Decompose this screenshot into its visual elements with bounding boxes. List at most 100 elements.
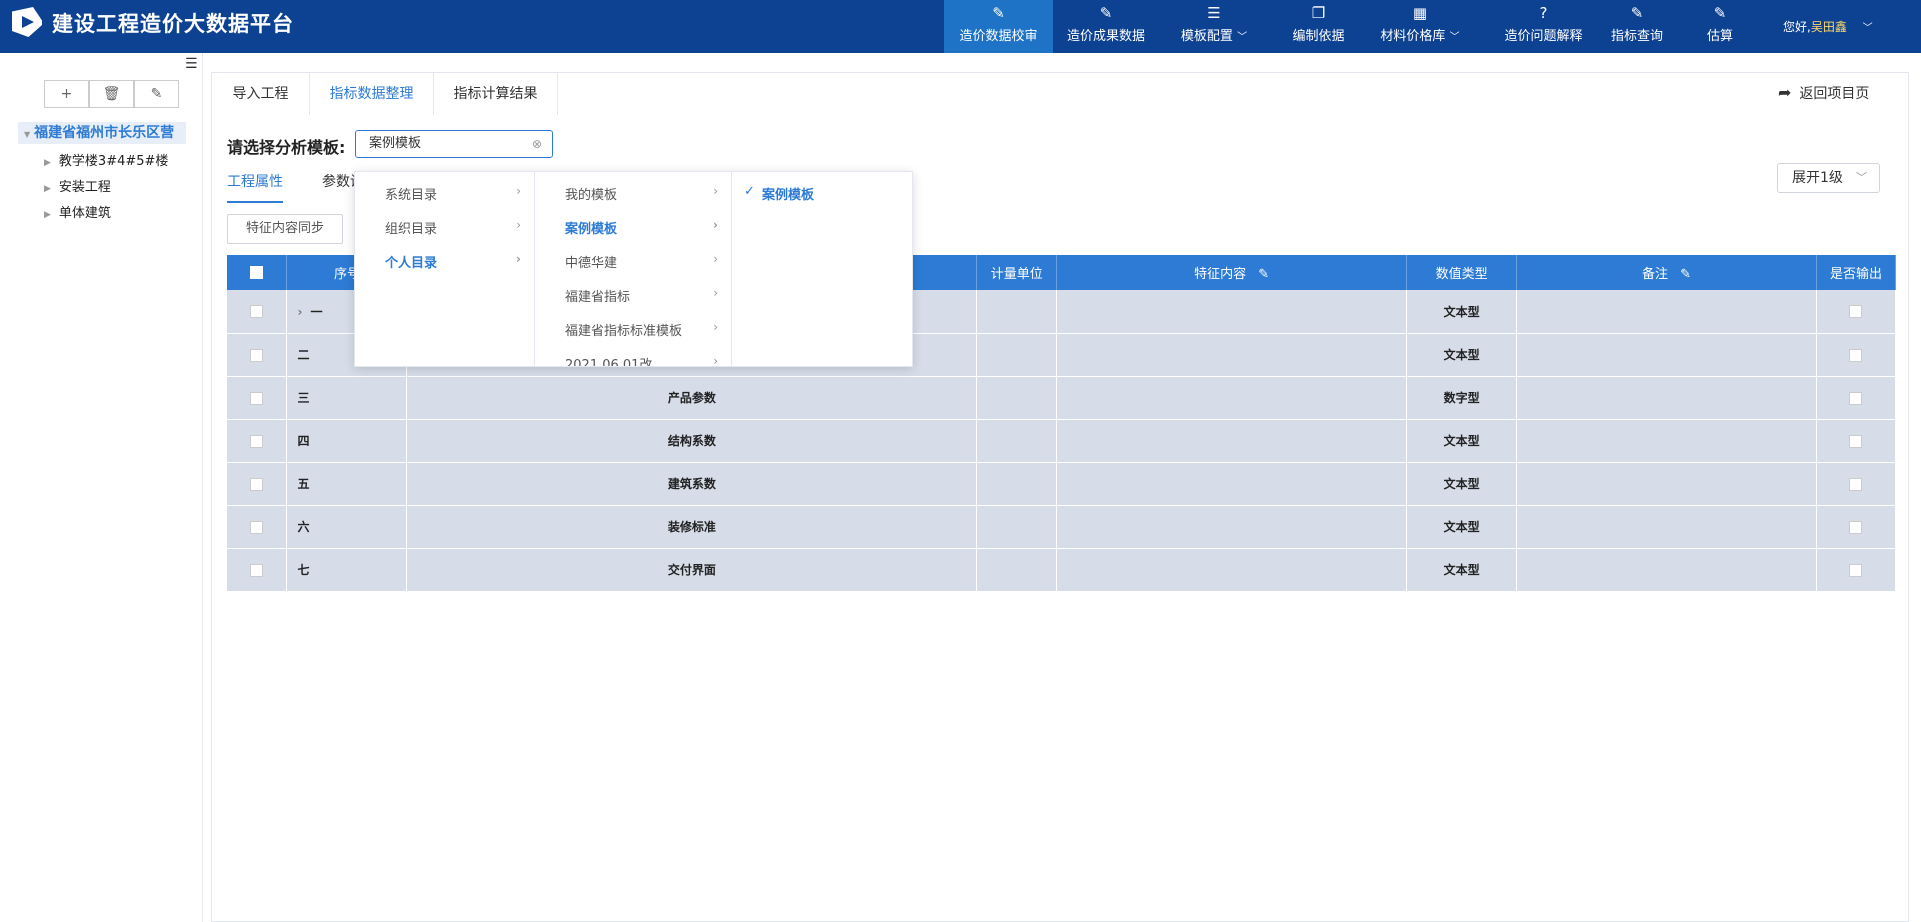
tree-item[interactable]: ▶ 单体建筑: [44, 202, 111, 221]
row-unit: [976, 290, 1058, 334]
row-remark[interactable]: [1516, 290, 1817, 334]
tree-item[interactable]: ▶ 教学楼3#4#5#楼: [44, 150, 168, 169]
cascader-item-selected[interactable]: ✓ 案例模板: [732, 184, 912, 204]
table-row[interactable]: 四 结构系数 文本型: [227, 419, 1897, 463]
row-features[interactable]: [1056, 376, 1408, 420]
row-select-cell[interactable]: [227, 376, 288, 420]
chevron-right-icon: ›: [516, 218, 521, 232]
tree-root-project[interactable]: ▼ 福建省福州市长乐区营: [18, 122, 186, 144]
row-remark[interactable]: [1516, 548, 1817, 592]
sync-features-button[interactable]: 特征内容同步: [227, 214, 343, 244]
delete-button[interactable]: 🗑: [89, 80, 134, 108]
row-select-cell[interactable]: [227, 505, 288, 549]
expand-value: 展开1级: [1792, 170, 1843, 186]
chevron-right-icon: ›: [516, 184, 521, 198]
back-to-project-button[interactable]: ➦ 返回项目页: [1778, 83, 1869, 103]
output-checkbox[interactable]: [1849, 305, 1863, 319]
row-remark[interactable]: [1516, 462, 1817, 506]
template-select[interactable]: 案例模板 ⊗: [355, 130, 553, 158]
row-checkbox[interactable]: [250, 563, 264, 577]
row-checkbox[interactable]: [250, 348, 264, 362]
tab-index-results[interactable]: 指标计算结果: [434, 73, 558, 115]
row-remark[interactable]: [1516, 376, 1817, 420]
table-row[interactable]: 五 建筑系数 文本型: [227, 462, 1897, 506]
row-output-cell[interactable]: [1816, 290, 1897, 334]
cascader-item[interactable]: 2021.06.01改 ›: [535, 354, 732, 366]
cascader-item-system[interactable]: 系统目录 ›: [355, 184, 535, 204]
subtab-project-attributes[interactable]: 工程属性: [227, 171, 283, 203]
output-checkbox[interactable]: [1849, 563, 1863, 577]
output-checkbox[interactable]: [1849, 348, 1863, 362]
nav-estimate[interactable]: ✎ 估算: [1690, 0, 1750, 53]
nav-index-query[interactable]: ✎ 指标查询: [1602, 0, 1672, 53]
cascader-item[interactable]: 中德华建 ›: [535, 252, 732, 272]
output-checkbox[interactable]: [1849, 520, 1863, 534]
row-checkbox[interactable]: [250, 391, 264, 405]
select-all-cell[interactable]: [227, 255, 288, 290]
collapse-sidebar-icon[interactable]: ☰: [185, 56, 198, 72]
row-select-cell[interactable]: [227, 333, 288, 377]
row-remark[interactable]: [1516, 419, 1817, 463]
tab-import-project[interactable]: 导入工程: [212, 73, 310, 115]
pencil-icon: ✎: [150, 86, 163, 102]
row-features[interactable]: [1056, 505, 1408, 549]
row-features[interactable]: [1056, 333, 1408, 377]
row-output-cell[interactable]: [1816, 376, 1897, 420]
row-checkbox[interactable]: [250, 520, 264, 534]
select-all-checkbox[interactable]: [250, 266, 264, 279]
row-remark[interactable]: [1516, 505, 1817, 549]
output-checkbox[interactable]: [1849, 477, 1863, 491]
row-checkbox[interactable]: [250, 434, 264, 448]
row-select-cell[interactable]: [227, 548, 288, 592]
row-features[interactable]: [1056, 419, 1408, 463]
item-label: 系统目录: [385, 188, 438, 203]
output-checkbox[interactable]: [1849, 391, 1863, 405]
row-features[interactable]: [1056, 462, 1408, 506]
nav-material-price[interactable]: ▦ 材料价格库 ﹀: [1370, 0, 1470, 53]
cascader-item[interactable]: 案例模板 ›: [535, 218, 732, 238]
caret-right-icon: ▶: [44, 184, 51, 194]
row-output-cell[interactable]: [1816, 548, 1897, 592]
expand-row-icon[interactable]: ›: [297, 305, 302, 319]
cascader-item[interactable]: 福建省指标 ›: [535, 286, 732, 306]
row-name: 交付界面: [406, 548, 978, 592]
tree-item[interactable]: ▶ 安装工程: [44, 176, 111, 195]
row-output-cell[interactable]: [1816, 419, 1897, 463]
row-select-cell[interactable]: [227, 290, 288, 334]
row-output-cell[interactable]: [1816, 333, 1897, 377]
expand-level-select[interactable]: 展开1级 ﹀: [1777, 163, 1880, 193]
add-button[interactable]: +: [44, 80, 89, 108]
nav-cost-review[interactable]: ✎ 造价数据校审: [944, 0, 1053, 53]
row-output-cell[interactable]: [1816, 505, 1897, 549]
nav-template-config[interactable]: ☰ 模板配置 ﹀: [1170, 0, 1258, 53]
row-checkbox[interactable]: [250, 477, 264, 491]
template-cascader-dropdown: 系统目录 › 组织目录 › 个人目录 › 我的模板 › 案例模板 › 中德华建 › 福建省指…: [354, 171, 913, 367]
row-features[interactable]: [1056, 548, 1408, 592]
tab-index-data[interactable]: 指标数据整理: [310, 73, 434, 115]
row-features[interactable]: [1056, 290, 1408, 334]
col-remark-label: 备注: [1642, 267, 1669, 282]
clear-icon[interactable]: ⊗: [532, 131, 542, 157]
row-output-cell[interactable]: [1816, 462, 1897, 506]
output-checkbox[interactable]: [1849, 434, 1863, 448]
row-remark[interactable]: [1516, 333, 1817, 377]
caret-down-icon: ▼: [24, 130, 31, 139]
nav-cost-questions[interactable]: ? 造价问题解释: [1496, 0, 1591, 53]
cascader-item[interactable]: 我的模板 ›: [535, 184, 732, 204]
row-select-cell[interactable]: [227, 462, 288, 506]
nav-label: 指标查询: [1610, 29, 1663, 44]
edit-button[interactable]: ✎: [134, 80, 179, 108]
row-type: 文本型: [1406, 548, 1518, 592]
cascader-item[interactable]: 福建省指标标准模板 ›: [535, 320, 732, 340]
cascader-item-org[interactable]: 组织目录 ›: [355, 218, 535, 238]
table-row[interactable]: 六 装修标准 文本型: [227, 505, 1897, 549]
user-menu[interactable]: 您好,吴田鑫 ﹀: [1783, 18, 1873, 35]
cascader-item-personal[interactable]: 个人目录 ›: [355, 252, 535, 272]
nav-cost-results[interactable]: ✎ 造价成果数据: [1060, 0, 1152, 53]
row-checkbox[interactable]: [250, 305, 264, 319]
chevron-right-icon: ›: [713, 252, 718, 266]
nav-basis[interactable]: ❐ 编制依据: [1280, 0, 1357, 53]
table-row[interactable]: 三 产品参数 数字型: [227, 376, 1897, 420]
row-select-cell[interactable]: [227, 419, 288, 463]
table-row[interactable]: 七 交付界面 文本型: [227, 548, 1897, 592]
